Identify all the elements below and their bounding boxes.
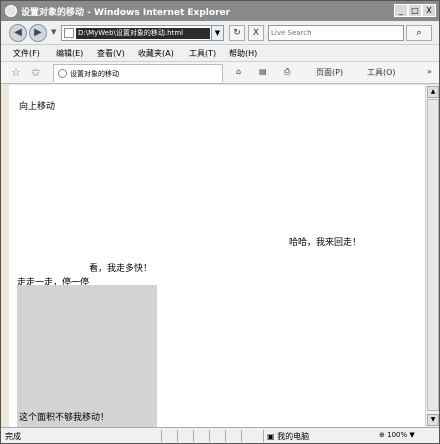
status-cell [209, 430, 223, 442]
status-cell [225, 430, 239, 442]
status-cell [241, 430, 255, 442]
search-go-button[interactable]: ⌕ [406, 25, 432, 41]
move-up-text: 向上移动 [19, 102, 56, 112]
status-text: 完成 [5, 432, 21, 441]
gray-box: 这个面积不够我移动！ [17, 285, 157, 427]
window-title: 设置对象的移动 - Windows Internet Explorer [21, 8, 231, 18]
browser-window: 设置对象的移动 - Windows Internet Explorer _ □ … [0, 0, 440, 444]
status-bar: 完成 ▣ 我的电脑 ⊕ 100% ▼ [1, 427, 439, 443]
address-input[interactable]: D:\MyWeb\设置对象的移动.html ▼ [61, 25, 224, 41]
status-cell [193, 430, 207, 442]
page-icon [64, 28, 74, 38]
address-dropdown-icon[interactable]: ▼ [211, 26, 223, 40]
menu-help[interactable]: 帮助(H) [229, 48, 257, 59]
page-content: 向上移动 哈哈，我来回走！ 看，我走多快！ 走走一走，停一停 这个面积不够我移动… [9, 85, 425, 427]
close-button[interactable]: X [422, 4, 436, 17]
look-text: 看，我走多快！ [89, 264, 153, 274]
tab-title: 设置对象的移动 [70, 70, 119, 78]
ie-logo-icon [5, 5, 17, 17]
refresh-button[interactable]: ↻ [229, 25, 245, 41]
security-zone: ▣ 我的电脑 [267, 431, 309, 442]
page-menu-button[interactable]: 页面(P) [316, 67, 343, 78]
scroll-down-icon[interactable]: ▼ [427, 414, 439, 426]
add-favorites-icon[interactable]: ✩ [31, 66, 40, 79]
computer-icon: ▣ [267, 432, 275, 441]
zoom-level: 100% [387, 431, 408, 439]
vertical-scrollbar[interactable]: ▲ ▼ [425, 85, 439, 427]
maximize-button[interactable]: □ [408, 4, 422, 17]
scroll-thumb[interactable] [427, 99, 439, 411]
address-url[interactable]: D:\MyWeb\设置对象的移动.html [76, 28, 210, 39]
zoom-dropdown-icon[interactable]: ▼ [409, 431, 414, 439]
tab-current[interactable]: 设置对象的移动 [53, 64, 223, 82]
menu-edit[interactable]: 编辑(E) [56, 48, 83, 59]
address-row: ◀ ▶ ▼ D:\MyWeb\设置对象的移动.html ▼ ↻ X ⌕ [1, 21, 439, 45]
menu-tools[interactable]: 工具(T) [189, 48, 216, 59]
stop-button[interactable]: X [248, 25, 264, 41]
zoom-icon: ⊕ [379, 431, 385, 439]
search-box[interactable] [268, 25, 404, 41]
zoom-control[interactable]: ⊕ 100% ▼ [379, 431, 415, 439]
command-bar: ☆ ✩ 设置对象的移动 ⌂ ▤ ⎙ 页面(P) 工具(O) » [1, 62, 439, 84]
favorites-star-icon[interactable]: ☆ [11, 66, 21, 79]
menu-file[interactable]: 文件(F) [13, 48, 40, 59]
feeds-button[interactable]: ▤ [259, 67, 267, 76]
history-dropdown-icon[interactable]: ▼ [51, 28, 56, 36]
more-commands-button[interactable]: » [427, 67, 432, 76]
area-text: 这个面积不够我移动！ [19, 413, 110, 423]
status-cell [177, 430, 191, 442]
menu-favorites[interactable]: 收藏夹(A) [138, 48, 174, 59]
tab-page-icon [58, 69, 67, 78]
search-input[interactable] [271, 27, 401, 39]
menu-view[interactable]: 查看(V) [97, 48, 125, 59]
zone-label: 我的电脑 [277, 432, 310, 441]
scroll-up-icon[interactable]: ▲ [427, 86, 439, 98]
minimize-button[interactable]: _ [394, 4, 408, 17]
print-button[interactable]: ⎙ [284, 67, 290, 77]
forward-button[interactable]: ▶ [29, 24, 47, 42]
title-bar: 设置对象的移动 - Windows Internet Explorer _ □ … [1, 1, 439, 21]
haha-text: 哈哈，我来回走！ [289, 238, 362, 248]
menu-bar: 文件(F) 编辑(E) 查看(V) 收藏夹(A) 工具(T) 帮助(H) [1, 45, 439, 62]
back-button[interactable]: ◀ [9, 24, 27, 42]
status-cell [161, 430, 175, 442]
home-button[interactable]: ⌂ [236, 67, 241, 76]
tools-menu-button[interactable]: 工具(O) [367, 67, 396, 78]
